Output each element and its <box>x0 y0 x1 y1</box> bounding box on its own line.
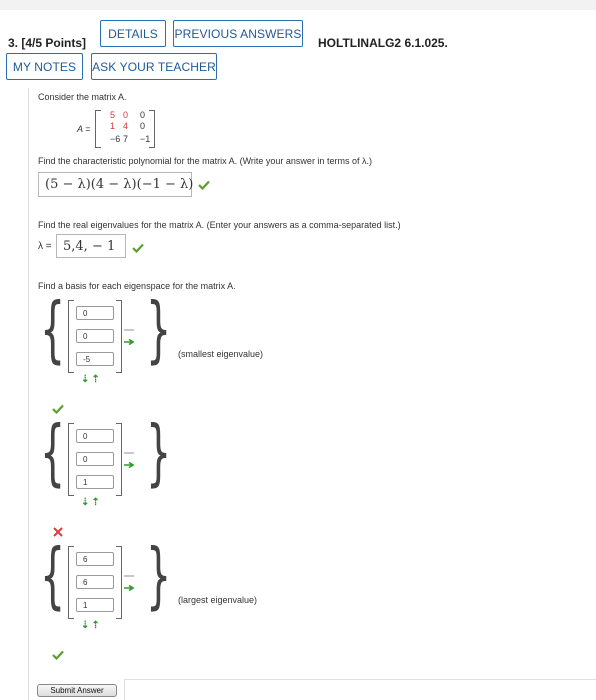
arrow-up-icon[interactable]: ⇡ <box>91 620 99 631</box>
arrow-down-icon[interactable]: ⇣ <box>81 497 89 508</box>
vector-entry-input[interactable]: 6 <box>76 552 114 566</box>
matrix-entry: 7 <box>123 134 129 144</box>
set-right-brace: } <box>146 287 172 371</box>
question-title: 3. [4/5 Points] <box>8 36 86 50</box>
checkmark-icon <box>132 243 144 253</box>
matrix-entry: 1 <box>110 121 116 131</box>
set-left-brace: { <box>40 533 66 617</box>
set-left-brace: { <box>40 410 66 494</box>
set-left-brace: { <box>40 287 66 371</box>
arrow-up-icon[interactable]: ⇡ <box>91 374 99 385</box>
vector-entry-input[interactable]: 6 <box>76 575 114 589</box>
reorder-arrows[interactable]: ⇣ ⇡ <box>81 620 100 631</box>
previous-answers-button[interactable]: PREVIOUS ANSWERS <box>173 20 303 47</box>
char-poly-prompt: Find the characteristic polynomial for t… <box>38 156 372 166</box>
eigen-prompt: Find the real eigenvalues for the matrix… <box>38 220 401 230</box>
matrix-entry: −6 <box>110 134 121 144</box>
basis-prompt: Find a basis for each eigenspace for the… <box>38 281 236 291</box>
submit-answer-button[interactable]: Submit Answer <box>37 684 117 697</box>
vector-right-bracket <box>116 423 122 496</box>
top-band <box>0 0 596 10</box>
checkmark-icon <box>52 650 64 660</box>
vector-entry-input[interactable]: -5 <box>76 352 114 366</box>
remove-column-icon[interactable] <box>123 327 135 333</box>
vector-left-bracket <box>68 423 74 496</box>
matrix-left-bracket <box>95 110 101 148</box>
arrow-down-icon[interactable]: ⇣ <box>81 374 89 385</box>
eigenvalue-note: (smallest eigenvalue) <box>178 349 264 359</box>
arrow-up-icon[interactable]: ⇡ <box>91 497 99 508</box>
add-column-icon[interactable] <box>123 462 135 468</box>
details-button[interactable]: DETAILS <box>100 20 166 47</box>
ask-teacher-button[interactable]: ASK YOUR TEACHER <box>91 53 217 80</box>
divider-line <box>124 679 596 680</box>
matrix-entry: 0 <box>123 110 129 120</box>
vector-right-bracket <box>116 546 122 619</box>
points-label: [4/5 Points] <box>21 36 87 50</box>
divider-line <box>124 679 125 700</box>
problem-code: HOLTLINALG2 6.1.025. <box>318 36 448 50</box>
checkmark-icon <box>198 180 210 190</box>
eigenvalues-answer[interactable]: 5,4, − 1 <box>56 234 126 258</box>
my-notes-button[interactable]: MY NOTES <box>6 53 83 80</box>
arrow-down-icon[interactable]: ⇣ <box>81 620 89 631</box>
vector-entry-input[interactable]: 0 <box>76 306 114 320</box>
set-right-brace: } <box>146 410 172 494</box>
matrix-label: A = <box>77 124 91 134</box>
lambda-label: λ = <box>38 241 52 252</box>
set-right-brace: } <box>146 533 172 617</box>
matrix-entry: 0 <box>140 110 146 120</box>
matrix-entry: 0 <box>140 121 146 131</box>
vector-entry-input[interactable]: 0 <box>76 452 114 466</box>
matrix-entry: 4 <box>123 121 129 131</box>
reorder-arrows[interactable]: ⇣ ⇡ <box>81 497 100 508</box>
reorder-arrows[interactable]: ⇣ ⇡ <box>81 374 100 385</box>
remove-column-icon[interactable] <box>123 573 135 579</box>
char-poly-answer[interactable]: (5 − λ)(4 − λ)(−1 − λ) <box>38 172 193 197</box>
vector-entry-input[interactable]: 1 <box>76 598 114 612</box>
vector-entry-input[interactable]: 0 <box>76 329 114 343</box>
intro-text: Consider the matrix A. <box>38 92 127 102</box>
remove-column-icon[interactable] <box>123 450 135 456</box>
vector-entry-input[interactable]: 0 <box>76 429 114 443</box>
vector-left-bracket <box>68 300 74 373</box>
matrix-entry: −1 <box>140 134 151 144</box>
eigenvalue-note: (largest eigenvalue) <box>178 595 258 605</box>
add-column-icon[interactable] <box>123 339 135 345</box>
vector-right-bracket <box>116 300 122 373</box>
vector-entry-input[interactable]: 1 <box>76 475 114 489</box>
question-header: 3. [4/5 Points] DETAILS PREVIOUS ANSWERS… <box>0 10 596 90</box>
vector-left-bracket <box>68 546 74 619</box>
question-number: 3. <box>8 36 19 50</box>
matrix-entry: 5 <box>110 110 116 120</box>
add-column-icon[interactable] <box>123 585 135 591</box>
